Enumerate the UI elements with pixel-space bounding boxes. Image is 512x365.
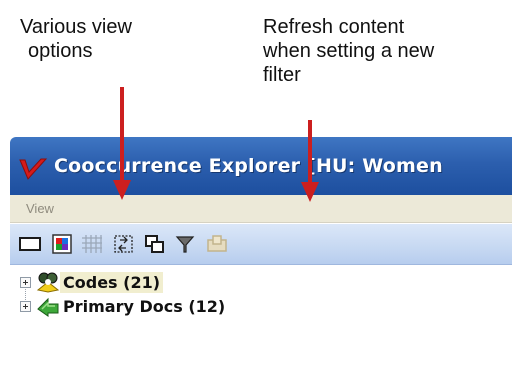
tree-item-label: Primary Docs (12) (63, 296, 226, 316)
tree-item-codes[interactable]: Codes (21) (20, 270, 164, 294)
color-matrix-view-icon[interactable] (50, 232, 74, 256)
toolbar (10, 224, 512, 265)
annotation-view-options: Various view options (20, 15, 132, 63)
annotation-line: options (28, 40, 93, 62)
filter-funnel-icon[interactable] (173, 232, 197, 256)
annotation-line: Various view (20, 16, 132, 38)
title-bar[interactable]: Cooccurrence Explorer [HU: Women (10, 137, 512, 195)
cooccurrence-explorer-window: Cooccurrence Explorer [HU: Women View Co… (10, 137, 512, 365)
app-logo-icon (19, 158, 48, 180)
duplicate-windows-icon[interactable] (143, 232, 167, 256)
annotation-refresh-content: Refresh content when setting a new filte… (263, 15, 434, 87)
tree-view: Codes (21) Primary Docs (12) (10, 266, 512, 365)
codes-icon (36, 272, 60, 293)
annotation-line: Refresh content (263, 16, 405, 38)
disabled-export-icon (205, 232, 229, 256)
import-arrows-icon[interactable] (112, 232, 136, 256)
single-pane-view-icon[interactable] (18, 232, 42, 256)
annotation-line: filter (263, 64, 301, 86)
tree-item-primary-docs[interactable]: Primary Docs (12) (20, 294, 228, 318)
tree-item-label: Codes (21) (60, 271, 164, 293)
menu-bar: View (10, 195, 512, 223)
expand-toggle-icon[interactable] (20, 276, 31, 288)
grid-table-view-icon[interactable] (80, 232, 104, 256)
window-title: Cooccurrence Explorer [HU: Women (54, 155, 443, 177)
annotation-line: when setting a new (263, 40, 435, 62)
primary-docs-icon (37, 297, 59, 317)
menu-view[interactable]: View (26, 201, 54, 216)
expand-toggle-icon[interactable] (20, 300, 31, 312)
